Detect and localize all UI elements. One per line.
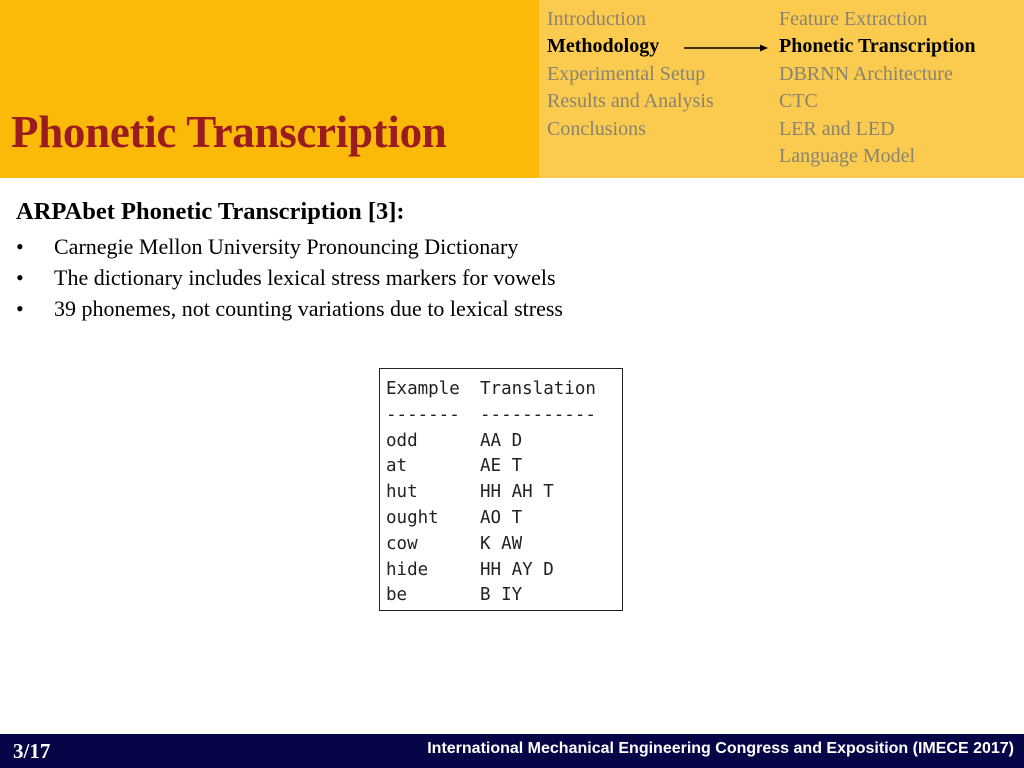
nav-sub-dbrnn-architecture[interactable]: DBRNN Architecture — [779, 61, 975, 88]
bullet-icon: • — [16, 265, 24, 290]
footer-bar: 3/17 International Mechanical Engineerin… — [0, 734, 1024, 768]
example-word: at — [386, 456, 408, 477]
table-row: at AE T — [386, 454, 622, 480]
translation: HH AY D — [480, 559, 554, 580]
nav-sub-ler-led[interactable]: LER and LED — [779, 116, 975, 143]
example-word: odd — [386, 430, 418, 451]
nav-section-conclusions[interactable]: Conclusions — [547, 116, 714, 143]
example-word: be — [386, 585, 408, 606]
table-row: be B IY — [386, 583, 622, 609]
translation: AA D — [480, 430, 523, 451]
table-separator-row: ------- ----------- — [386, 403, 622, 429]
nav-sub-phonetic-transcription[interactable]: Phonetic Transcription — [779, 33, 975, 60]
nav-sub-ctc[interactable]: CTC — [779, 88, 975, 115]
table-row: ought AO T — [386, 506, 622, 532]
table-row: odd AA D — [386, 429, 622, 455]
slide-title: Phonetic Transcription — [11, 107, 447, 157]
subsection-nav: Feature Extraction Phonetic Transcriptio… — [779, 6, 975, 170]
bullet-item: • 39 phonemes, not counting variations du… — [16, 293, 563, 324]
nav-section-experimental-setup[interactable]: Experimental Setup — [547, 61, 714, 88]
nav-section-results[interactable]: Results and Analysis — [547, 88, 714, 115]
bullet-list: • Carnegie Mellon University Pronouncing … — [16, 231, 563, 324]
table-row: hut HH AH T — [386, 480, 622, 506]
translation: AO T — [480, 507, 523, 528]
bullet-icon: • — [16, 234, 24, 259]
separator: ------- — [386, 404, 460, 425]
page-number: 3/17 — [13, 739, 51, 763]
bullet-item: • Carnegie Mellon University Pronouncing … — [16, 231, 563, 262]
translation: AE T — [480, 456, 523, 477]
translation: B IY — [480, 585, 523, 606]
section-nav: Introduction Methodology Experimental Se… — [547, 6, 714, 143]
bullet-text: 39 phonemes, not counting variations due… — [54, 296, 563, 321]
header-example: Example — [386, 379, 460, 399]
example-word: cow — [386, 533, 418, 554]
nav-section-introduction[interactable]: Introduction — [547, 6, 714, 33]
translation: K AW — [480, 533, 523, 554]
translation: HH AH T — [480, 482, 554, 503]
conference-name: International Mechanical Engineering Con… — [427, 740, 1014, 757]
right-arrow-icon — [684, 44, 768, 52]
arpabet-example-table: Example Translation ------- ----------- od… — [379, 368, 623, 611]
bullet-text: The dictionary includes lexical stress m… — [54, 265, 556, 290]
bullet-text: Carnegie Mellon University Pronouncing D… — [54, 234, 519, 259]
example-word: hide — [386, 559, 429, 580]
header-translation: Translation — [480, 379, 596, 399]
nav-sub-feature-extraction[interactable]: Feature Extraction — [779, 6, 975, 33]
table-row: hide HH AY D — [386, 558, 622, 584]
table-header-row: Example Translation — [386, 377, 622, 403]
content-heading: ARPAbet Phonetic Transcription [3]: — [16, 198, 405, 225]
nav-sub-language-model[interactable]: Language Model — [779, 143, 975, 170]
table-row: cow K AW — [386, 532, 622, 558]
bullet-icon: • — [16, 296, 24, 321]
separator: ----------- — [480, 404, 596, 425]
example-word: ought — [386, 507, 439, 528]
example-word: hut — [386, 482, 418, 503]
bullet-item: • The dictionary includes lexical stress … — [16, 262, 563, 293]
